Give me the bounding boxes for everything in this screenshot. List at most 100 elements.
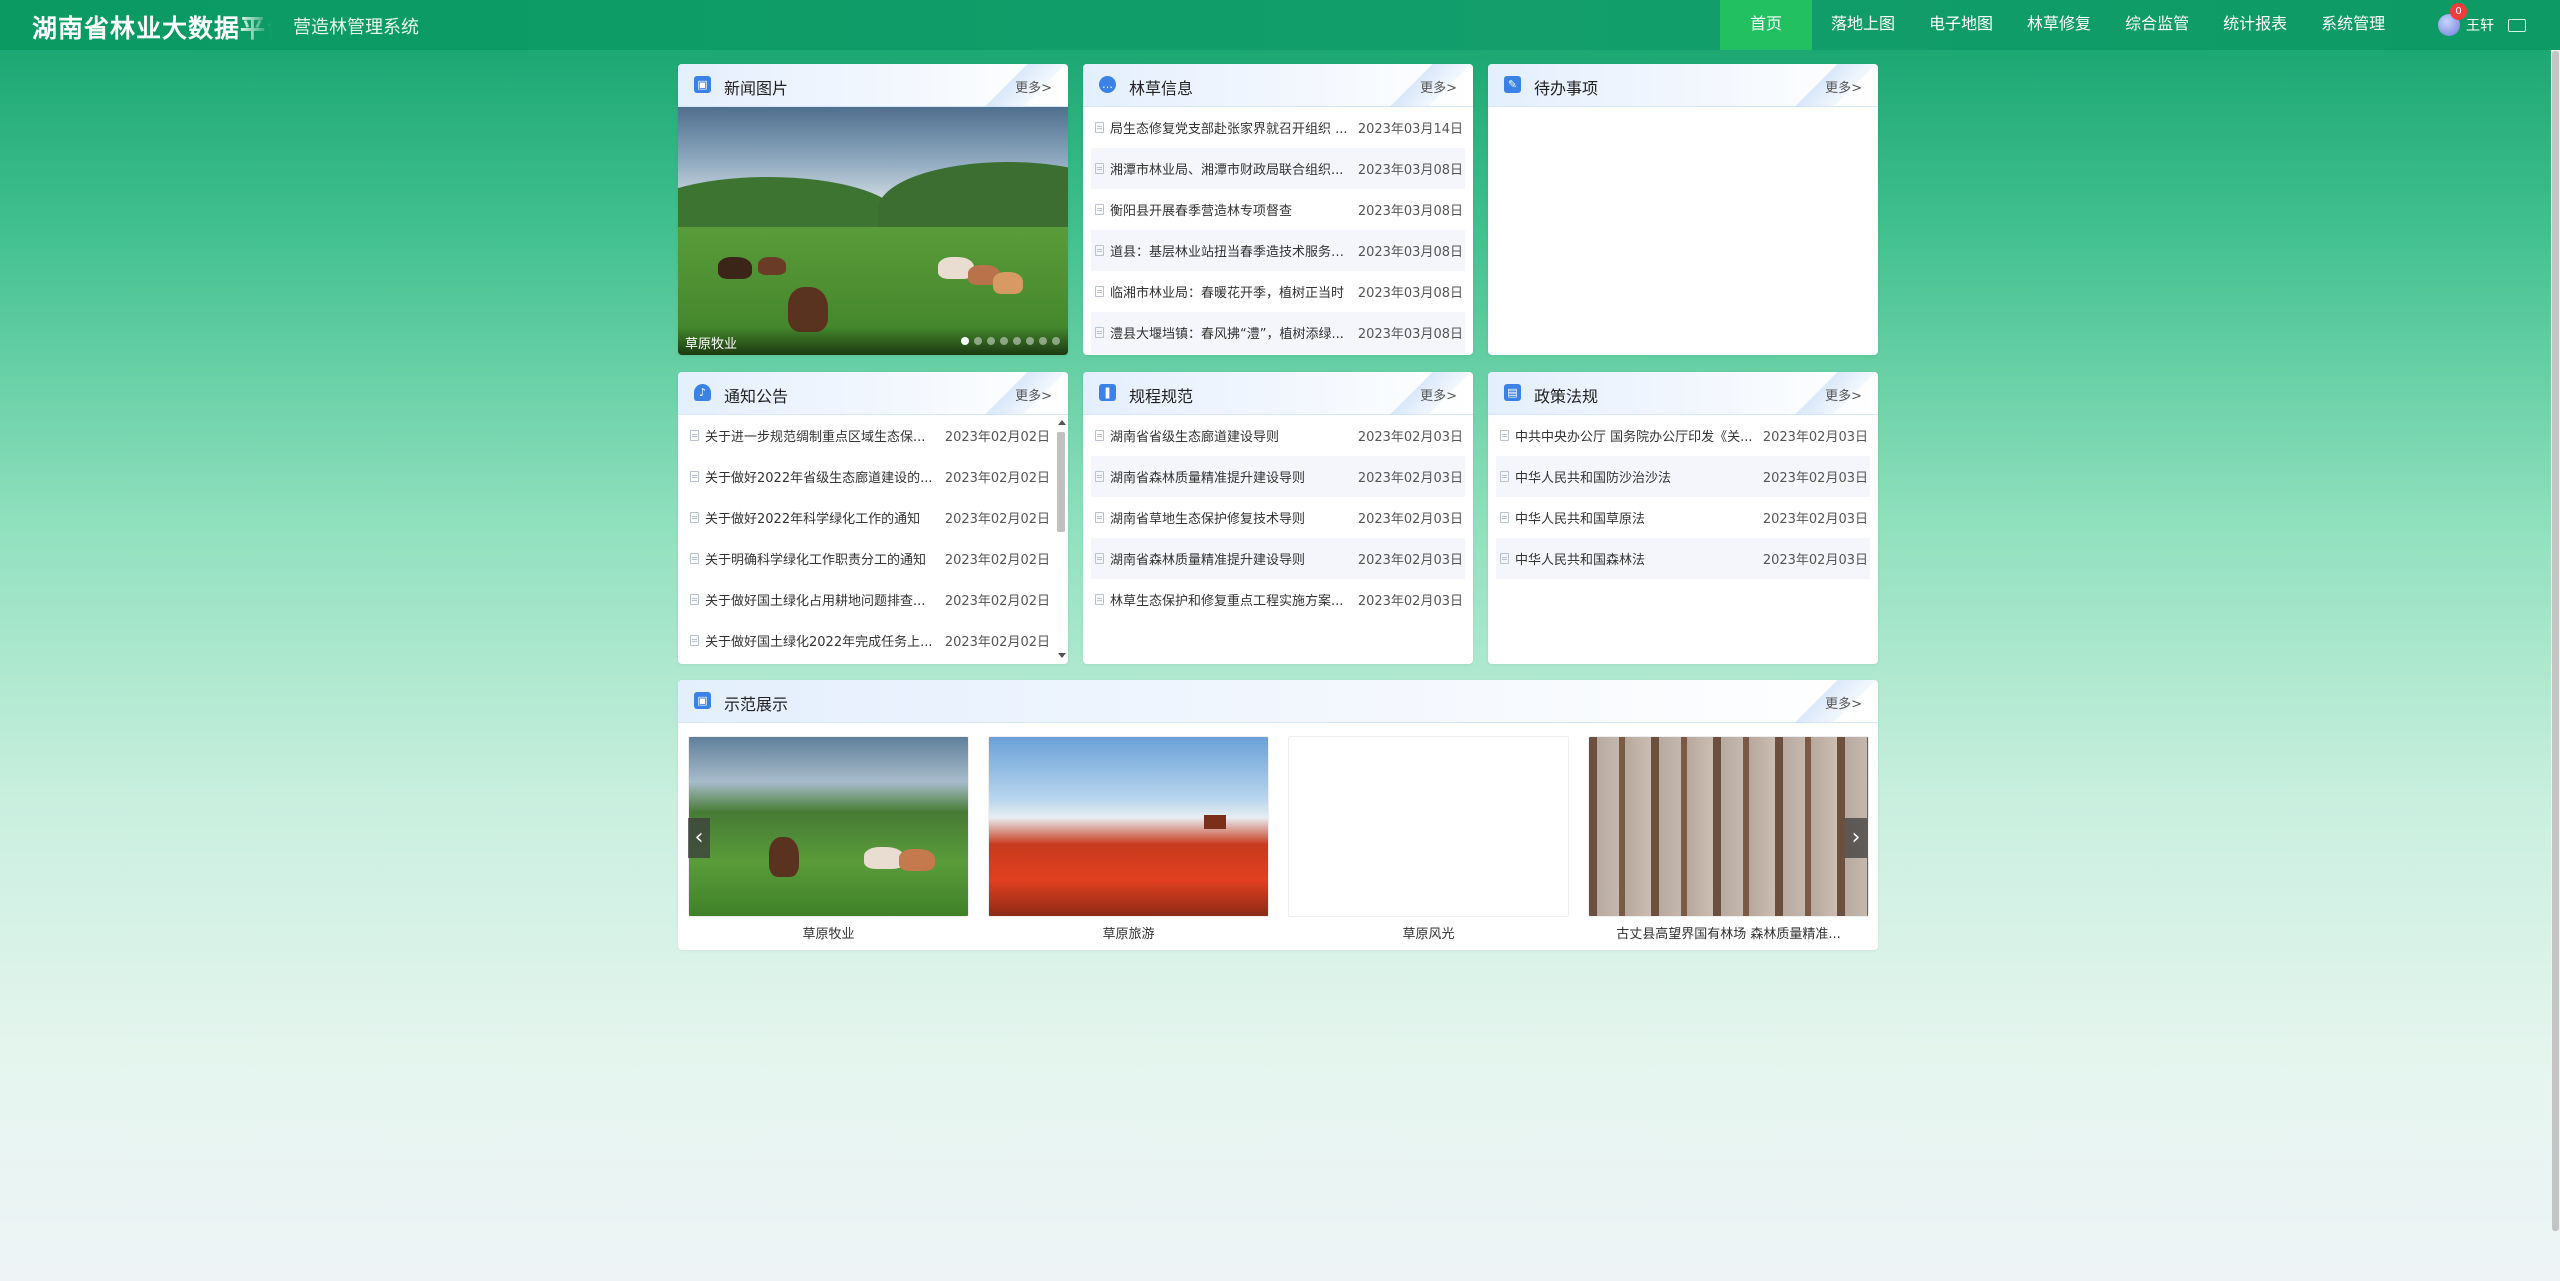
- list-item[interactable]: 道县：基层林业站扭当春季造技术服务主力 2023年03月08日: [1091, 230, 1465, 271]
- item-title[interactable]: 中华人民共和国草原法: [1515, 508, 1757, 527]
- item-title[interactable]: 林草生态保护和修复重点工程实施方案...: [1110, 590, 1352, 609]
- item-title[interactable]: 关于做好2022年科学绿化工作的通知: [705, 508, 939, 527]
- chat-icon: …: [1099, 76, 1116, 93]
- list-item[interactable]: 关于做好2022年科学绿化工作的通知 2023年02月02日: [686, 497, 1052, 538]
- notice-scrollbar[interactable]: [1056, 418, 1066, 660]
- list-item[interactable]: 湖南省草地生态保护修复技术导则 2023年02月03日: [1091, 497, 1465, 538]
- item-title[interactable]: 关于做好国土绿化占用耕地问题排查...: [705, 590, 939, 609]
- demo-image-tourism[interactable]: [988, 736, 1269, 917]
- item-title[interactable]: 澧县大堰垱镇：春风拂“澧”，植树添绿...: [1110, 323, 1352, 342]
- item-date: 2023年03月08日: [1357, 245, 1463, 260]
- scroll-up-icon[interactable]: [1058, 420, 1066, 425]
- nav-item-emap[interactable]: 电子地图: [1912, 0, 2010, 50]
- scroll-thumb[interactable]: [2552, 51, 2559, 1231]
- more-link[interactable]: 更多>: [1825, 385, 1862, 404]
- list-item[interactable]: 湖南省森林质量精准提升建设导则 2023年02月03日: [1091, 456, 1465, 497]
- item-title[interactable]: 湘潭市林业局、湘潭市财政局联合组织...: [1110, 159, 1352, 178]
- list-item[interactable]: 湖南省森林质量精准提升建设导则 2023年02月03日: [1091, 538, 1465, 579]
- more-link[interactable]: 更多>: [1015, 385, 1052, 404]
- document-icon: [1500, 553, 1509, 564]
- page-scrollbar[interactable]: [2551, 50, 2560, 1231]
- panel-header: … 林草信息 更多>: [1083, 64, 1473, 107]
- user-name[interactable]: 王轩: [2466, 15, 2494, 35]
- item-title[interactable]: 临湘市林业局：春暖花开季，植树正当时: [1110, 282, 1352, 301]
- document-icon: [1500, 430, 1509, 441]
- list-item[interactable]: 湖南省省级生态廊道建设导则 2023年02月03日: [1091, 415, 1465, 456]
- user-avatar-icon[interactable]: 0: [2438, 3, 2467, 36]
- list-item[interactable]: 关于做好国土绿化占用耕地问题排查... 2023年02月02日: [686, 579, 1052, 620]
- photo-cow: [993, 272, 1023, 294]
- carousel-dot[interactable]: [974, 337, 982, 345]
- demo-card[interactable]: 古丈县高望界国有林场 森林质量精准...: [1588, 736, 1869, 942]
- scroll-thumb[interactable]: [1057, 432, 1065, 532]
- carousel-dot[interactable]: [1039, 337, 1047, 345]
- carousel-dot[interactable]: [1013, 337, 1021, 345]
- demo-card[interactable]: 草原牧业: [688, 736, 969, 942]
- platform-title: 湖南省林业大数据平台: [32, 14, 272, 43]
- list-item[interactable]: 关于做好2022年省级生态廊道建设的... 2023年02月02日: [686, 456, 1052, 497]
- list-item[interactable]: 临湘市林业局：春暖花开季，植树正当时 2023年03月08日: [1091, 271, 1465, 312]
- more-link[interactable]: 更多>: [1015, 77, 1052, 96]
- list-item[interactable]: 中华人民共和国草原法 2023年02月03日: [1496, 497, 1870, 538]
- item-title[interactable]: 中共中央办公厅 国务院办公厅印发《关...: [1515, 426, 1757, 445]
- list-item[interactable]: 澧县大堰垱镇：春风拂“澧”，植树添绿... 2023年03月08日: [1091, 312, 1465, 353]
- list-item[interactable]: 局生态修复党支部赴张家界就召开组织 ... 2023年03月14日: [1091, 107, 1465, 148]
- list-item[interactable]: 关于明确科学绿化工作职责分工的通知 2023年02月02日: [686, 538, 1052, 579]
- carousel-dot[interactable]: [1052, 337, 1060, 345]
- more-link[interactable]: 更多>: [1420, 77, 1457, 96]
- item-title[interactable]: 湖南省省级生态廊道建设导则: [1110, 426, 1352, 445]
- photo-pavilion: [1204, 815, 1226, 829]
- carousel-prev-icon[interactable]: ‹: [688, 818, 710, 858]
- item-title[interactable]: 关于做好2022年省级生态廊道建设的...: [705, 467, 939, 486]
- carousel-next-icon[interactable]: ›: [1845, 818, 1867, 858]
- demo-image-grassland[interactable]: [688, 736, 969, 917]
- list-item[interactable]: 中华人民共和国森林法 2023年02月03日: [1496, 538, 1870, 579]
- item-title[interactable]: 道县：基层林业站扭当春季造技术服务主力: [1110, 241, 1352, 260]
- list-item[interactable]: 中华人民共和国防沙治沙法 2023年02月03日: [1496, 456, 1870, 497]
- item-title[interactable]: 中华人民共和国森林法: [1515, 549, 1757, 568]
- list-item[interactable]: 中共中央办公厅 国务院办公厅印发《关... 2023年02月03日: [1496, 415, 1870, 456]
- more-link[interactable]: 更多>: [1825, 77, 1862, 96]
- user-menu[interactable]: 0 王轩: [2438, 0, 2526, 50]
- nav-item-system[interactable]: 系统管理: [2304, 0, 2402, 50]
- demo-image-scenery[interactable]: [1288, 736, 1569, 917]
- carousel-dot[interactable]: [961, 337, 969, 345]
- item-title[interactable]: 局生态修复党支部赴张家界就召开组织 ...: [1110, 118, 1352, 137]
- carousel-dot[interactable]: [1000, 337, 1008, 345]
- document-icon: [690, 430, 699, 441]
- news-carousel-image[interactable]: 草原牧业: [678, 107, 1068, 355]
- more-link[interactable]: 更多>: [1420, 385, 1457, 404]
- document-icon: [690, 594, 699, 605]
- list-item[interactable]: 关于进一步规范绸制重点区域生态保... 2023年02月02日: [686, 415, 1052, 456]
- list-item[interactable]: 衡阳县开展春季营造林专项督查 2023年03月08日: [1091, 189, 1465, 230]
- document-icon: [1095, 512, 1104, 523]
- list-item[interactable]: 林草生态保护和修复重点工程实施方案... 2023年02月03日: [1091, 579, 1465, 620]
- book-icon: ❚: [1099, 384, 1116, 401]
- demo-image-forest[interactable]: [1588, 736, 1869, 917]
- nav-item-supervision[interactable]: 综合监管: [2108, 0, 2206, 50]
- demo-card[interactable]: 草原旅游: [988, 736, 1269, 942]
- regulations-panel: ❚ 规程规范 更多> 湖南省省级生态廊道建设导则 2023年02月03日 湖南省森…: [1083, 372, 1473, 664]
- todo-panel: ✎ 待办事项 更多>: [1488, 64, 1878, 355]
- item-title[interactable]: 关于明确科学绿化工作职责分工的通知: [705, 549, 939, 568]
- carousel-dot[interactable]: [1026, 337, 1034, 345]
- message-icon[interactable]: [2508, 18, 2526, 32]
- item-title[interactable]: 衡阳县开展春季营造林专项督查: [1110, 200, 1352, 219]
- item-title[interactable]: 湖南省草地生态保护修复技术导则: [1110, 508, 1352, 527]
- item-title[interactable]: 关于做好国土绿化2022年完成任务上...: [705, 631, 939, 650]
- item-title[interactable]: 中华人民共和国防沙治沙法: [1515, 467, 1757, 486]
- item-title[interactable]: 湖南省森林质量精准提升建设导则: [1110, 549, 1352, 568]
- nav-item-reports[interactable]: 统计报表: [2206, 0, 2304, 50]
- item-title[interactable]: 关于进一步规范绸制重点区域生态保...: [705, 426, 939, 445]
- list-item[interactable]: 湘潭市林业局、湘潭市财政局联合组织... 2023年03月08日: [1091, 148, 1465, 189]
- more-link[interactable]: 更多>: [1825, 693, 1862, 712]
- carousel-dot[interactable]: [987, 337, 995, 345]
- nav-item-mapping[interactable]: 落地上图: [1814, 0, 1912, 50]
- nav-item-home[interactable]: 首页: [1720, 0, 1813, 50]
- list-item[interactable]: 关于做好国土绿化2022年完成任务上... 2023年02月02日: [686, 620, 1052, 661]
- scroll-down-icon[interactable]: [1058, 653, 1066, 658]
- item-date: 2023年02月03日: [1357, 553, 1463, 568]
- nav-item-restoration[interactable]: 林草修复: [2010, 0, 2108, 50]
- demo-card[interactable]: 草原风光: [1288, 736, 1569, 942]
- item-title[interactable]: 湖南省森林质量精准提升建设导则: [1110, 467, 1352, 486]
